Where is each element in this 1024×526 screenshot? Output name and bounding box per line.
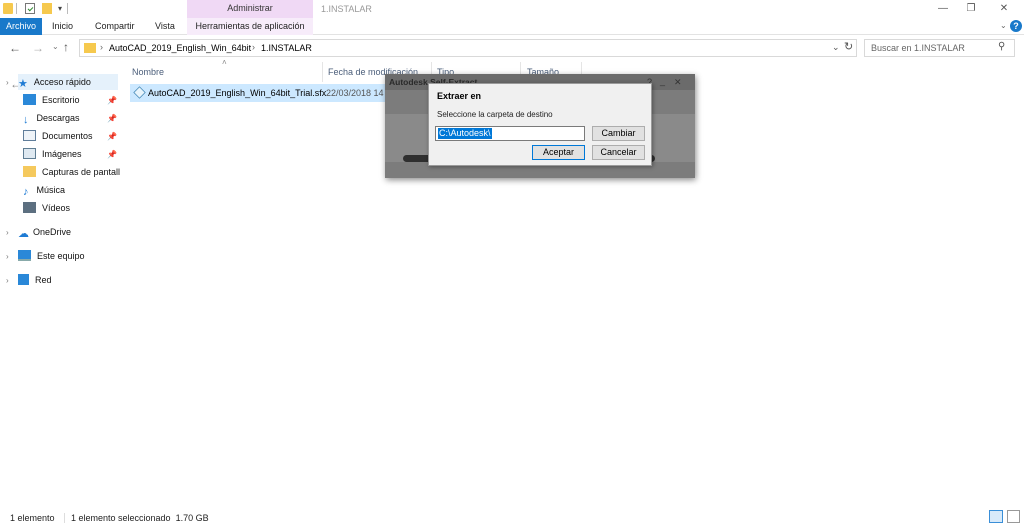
computer-icon	[18, 250, 31, 261]
context-tab-group-label: Administrar	[187, 0, 313, 18]
extract-dialog-title: Extraer en	[437, 91, 482, 101]
documents-icon	[23, 130, 36, 141]
sidebar-item-label: Escritorio	[42, 95, 80, 105]
accept-button[interactable]: Aceptar	[532, 145, 585, 160]
star-icon: ★	[18, 78, 28, 90]
pin-icon[interactable]: 📌	[107, 150, 117, 159]
selection-info: 1 elemento seleccionado 1.70 GB	[71, 513, 209, 523]
sort-indicator-icon: ˄	[222, 58, 227, 67]
separator	[64, 513, 65, 523]
tab-vista[interactable]: Vista	[155, 18, 175, 35]
address-path-box[interactable]: › AutoCAD_2019_English_Win_64bit › 1.INS…	[79, 39, 857, 57]
column-divider[interactable]	[322, 62, 323, 82]
tab-compartir[interactable]: Compartir	[95, 18, 135, 35]
breadcrumb-item[interactable]: 1.INSTALAR	[261, 43, 312, 53]
sidebar-item-label: OneDrive	[33, 227, 72, 237]
back-arrow-icon[interactable]: ←	[9, 41, 21, 55]
desktop-icon	[23, 94, 36, 105]
sidebar-item-este-equipo[interactable]: Este equipo	[18, 248, 85, 264]
sidebar-item-label: Descargas	[36, 113, 80, 123]
extract-dialog: Extraer en Seleccione la carpeta de dest…	[428, 83, 652, 166]
sfx-close-button[interactable]: ✕	[674, 77, 682, 88]
help-icon[interactable]: ?	[1010, 20, 1022, 32]
sidebar-item-acceso-rapido[interactable]: ★ Acceso rápido	[18, 74, 118, 90]
sidebar-item-label: Vídeos	[42, 203, 71, 213]
breadcrumb-chevron-icon: ›	[252, 42, 255, 52]
sidebar-item-label: Red	[35, 275, 52, 285]
maximize-button[interactable]: ❐	[956, 2, 986, 16]
details-view-icon[interactable]	[989, 510, 1003, 523]
folder-icon	[23, 166, 36, 177]
ribbon-tabs: Archivo Inicio Compartir Vista Herramien…	[0, 18, 1024, 35]
separator	[16, 3, 17, 14]
search-icon[interactable]: ⚲	[998, 41, 1005, 52]
cancel-button[interactable]: Cancelar	[592, 145, 645, 160]
pin-icon[interactable]: 📌	[107, 132, 117, 141]
tab-archivo[interactable]: Archivo	[0, 18, 42, 35]
minimize-button[interactable]: —	[928, 2, 958, 16]
sidebar-item-capturas[interactable]: Capturas de pantall	[23, 164, 120, 180]
column-header-nombre[interactable]: Nombre	[132, 67, 164, 77]
sidebar-item-escritorio[interactable]: Escritorio	[23, 92, 80, 108]
sidebar-item-label: Documentos	[42, 131, 93, 141]
sidebar-item-label: Música	[36, 185, 66, 195]
recent-locations-icon[interactable]: ⌄	[52, 42, 59, 51]
folder-icon	[84, 43, 96, 53]
expand-chevron-icon[interactable]: ›	[6, 228, 9, 237]
videos-icon	[23, 202, 36, 213]
new-folder-icon[interactable]	[42, 3, 52, 14]
sidebar-item-label: Imágenes	[42, 149, 82, 159]
customize-quick-access-icon[interactable]: ▾	[58, 4, 62, 13]
network-icon	[18, 274, 29, 285]
breadcrumb-chevron-icon: ›	[100, 42, 103, 52]
sidebar-item-red[interactable]: Red	[18, 272, 52, 288]
file-date: 22/03/2018 14	[326, 88, 384, 98]
destination-path-input[interactable]: C:\Autodesk\	[435, 126, 585, 141]
title-bar: ▾ Administrar 1.INSTALAR — ❐ ✕	[0, 0, 1024, 18]
tab-herramientas-aplicacion[interactable]: Herramientas de aplicación	[187, 18, 313, 35]
music-icon: ♪	[23, 186, 29, 198]
expand-chevron-icon[interactable]: ›	[6, 276, 9, 285]
sidebar-item-musica[interactable]: ♪ Música	[23, 182, 65, 198]
table-row[interactable]: AutoCAD_2019_English_Win_64bit_Trial.sfx…	[130, 84, 390, 102]
forward-arrow-icon[interactable]: →	[32, 41, 44, 55]
expand-ribbon-icon[interactable]: ⌄	[1000, 21, 1007, 30]
sidebar-item-imagenes[interactable]: Imágenes	[23, 146, 82, 162]
refresh-icon[interactable]: ↻	[844, 40, 853, 53]
search-input[interactable]: Buscar en 1.INSTALAR	[864, 39, 1015, 57]
cloud-icon: ☁	[18, 228, 29, 240]
properties-icon[interactable]	[25, 3, 35, 14]
sidebar-item-onedrive[interactable]: ☁ OneDrive	[18, 224, 71, 240]
expand-chevron-icon[interactable]: ›	[6, 78, 9, 87]
download-icon: ↓	[23, 114, 29, 126]
sfx-minimize-button[interactable]: _	[660, 76, 665, 86]
file-name: AutoCAD_2019_English_Win_64bit_Trial.sfx	[148, 88, 327, 98]
close-button[interactable]: ✕	[989, 2, 1019, 16]
sidebar-item-videos[interactable]: Vídeos	[23, 200, 70, 216]
breadcrumb-item[interactable]: AutoCAD_2019_English_Win_64bit	[109, 43, 251, 53]
sidebar-item-descargas[interactable]: ↓ Descargas	[23, 110, 80, 126]
pictures-icon	[23, 148, 36, 159]
sidebar-item-documentos[interactable]: Documentos	[23, 128, 93, 144]
window-title: 1.INSTALAR	[321, 4, 372, 14]
large-icons-view-icon[interactable]	[1007, 510, 1020, 523]
pin-icon[interactable]: 📌	[107, 114, 117, 123]
extract-prompt: Seleccione la carpeta de destino	[437, 110, 553, 119]
sidebar-item-label: Capturas de pantall	[42, 167, 121, 177]
tab-inicio[interactable]: Inicio	[52, 18, 73, 35]
sidebar-item-label: Acceso rápido	[33, 77, 91, 87]
pin-icon[interactable]: 📌	[107, 96, 117, 105]
up-arrow-icon[interactable]: ↑	[63, 40, 69, 54]
status-bar: 1 elemento 1 elemento seleccionado 1.70 …	[0, 508, 1024, 526]
sfx-file-icon	[133, 86, 146, 99]
expand-chevron-icon[interactable]: ›	[6, 252, 9, 261]
sidebar-item-label: Este equipo	[37, 251, 85, 261]
item-count: 1 elemento	[10, 513, 55, 523]
change-folder-button[interactable]: Cambiar	[592, 126, 645, 141]
separator	[67, 3, 68, 14]
folder-icon[interactable]	[3, 3, 13, 14]
destination-path-value: C:\Autodesk\	[438, 128, 492, 139]
address-dropdown-icon[interactable]: ⌄	[832, 42, 840, 53]
